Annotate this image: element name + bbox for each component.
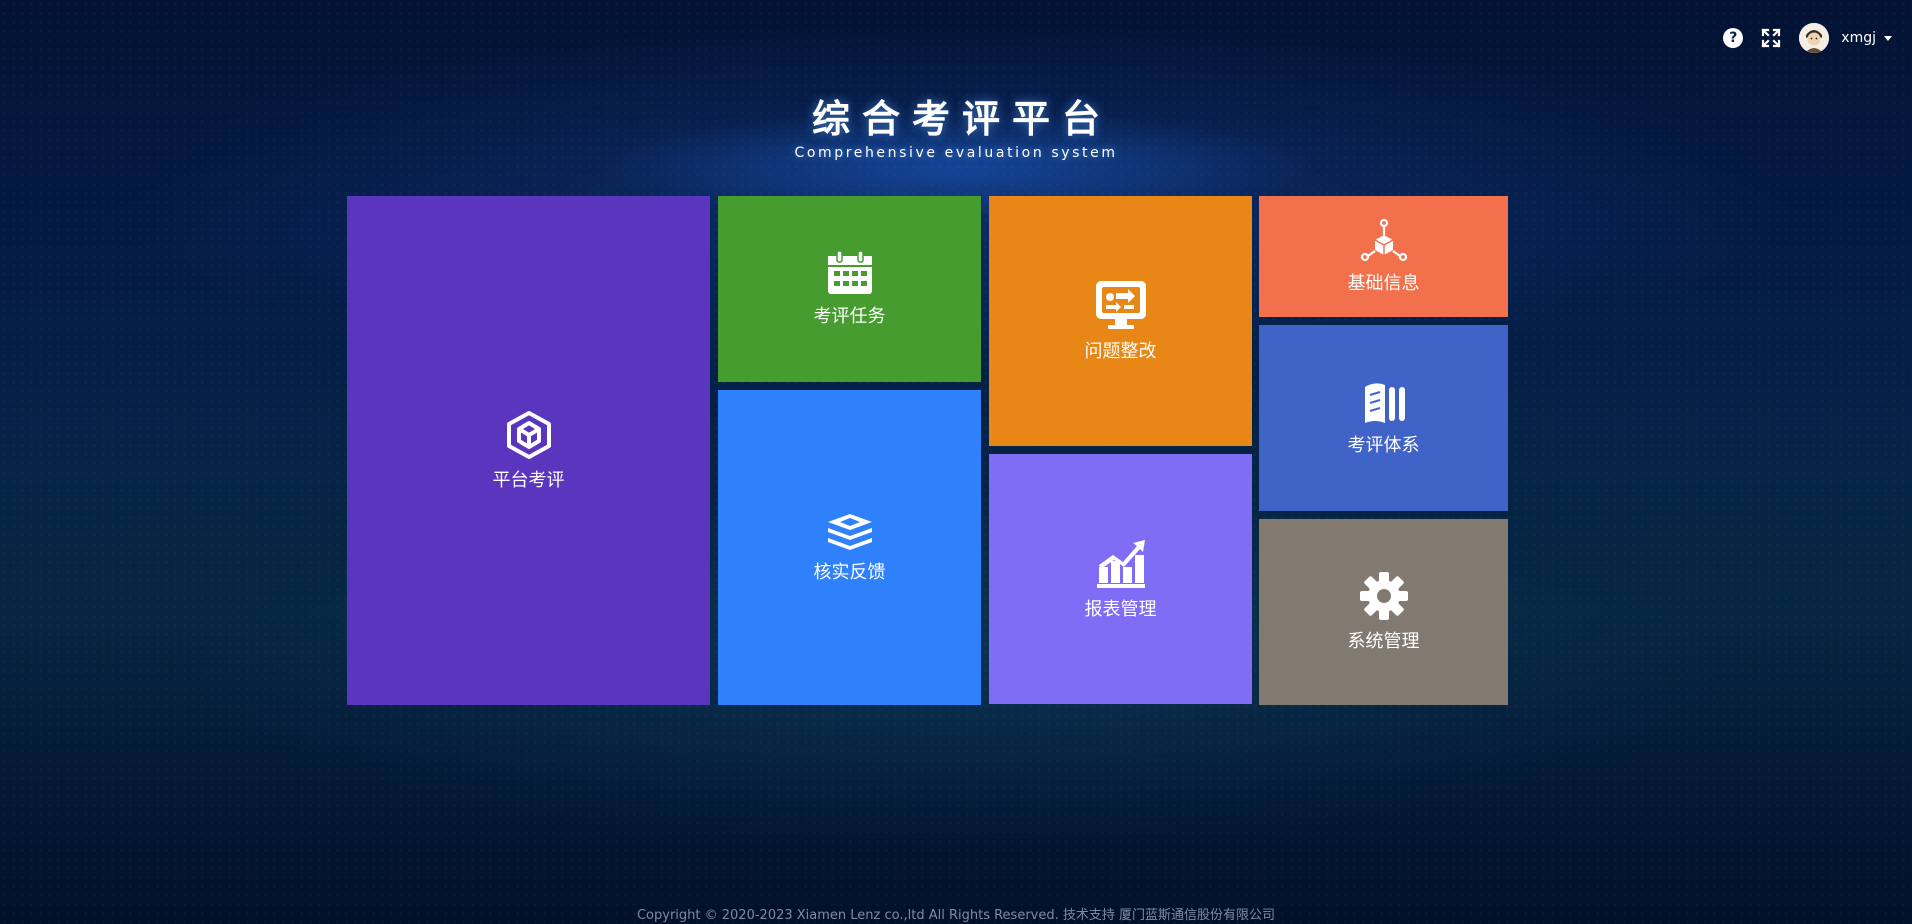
tile-verify-feedback[interactable]: 核实反馈 (718, 390, 981, 705)
avatar-image (1799, 23, 1830, 53)
fullscreen-icon[interactable] (1761, 28, 1781, 48)
top-toolbar: ? xmgj (1723, 23, 1892, 53)
tile-label: 考评体系 (1347, 435, 1420, 456)
tile-label: 系统管理 (1347, 631, 1420, 652)
page-subtitle: Comprehensive evaluation system (794, 145, 1118, 161)
tile-eval-task[interactable]: 考评任务 (718, 196, 981, 382)
username[interactable]: xmgj (1841, 30, 1876, 46)
tile-system-mgmt[interactable]: 系统管理 (1259, 519, 1508, 705)
tile-label: 平台考评 (492, 469, 565, 491)
stack-layers-icon (827, 513, 872, 550)
cube-icon (506, 410, 551, 459)
tile-label: 问题整改 (1084, 341, 1157, 362)
tile-platform-eval[interactable]: 平台考评 (347, 196, 710, 705)
monitor-arrows-icon (1095, 281, 1146, 329)
gear-icon (1359, 572, 1408, 620)
dropdown-caret-icon[interactable] (1884, 35, 1892, 41)
network-cube-icon (1360, 218, 1407, 261)
tile-issue-rectify[interactable]: 问题整改 (989, 196, 1252, 446)
page-title: 综合考评平台 (811, 97, 1112, 141)
tile-label: 核实反馈 (813, 561, 886, 583)
tile-report-mgmt[interactable]: 报表管理 (989, 454, 1252, 704)
chart-growth-icon (1096, 540, 1145, 588)
footer-copyright: Copyright © 2020-2023 Xiamen Lenz co.,lt… (636, 908, 1276, 923)
book-columns-icon (1364, 383, 1405, 423)
tile-label: 考评任务 (813, 306, 886, 327)
tile-eval-system[interactable]: 考评体系 (1259, 325, 1508, 511)
tile-label: 基础信息 (1347, 272, 1420, 294)
avatar[interactable] (1799, 23, 1830, 53)
tile-label: 报表管理 (1084, 599, 1157, 620)
calendar-icon (827, 250, 872, 294)
help-icon[interactable]: ? (1723, 28, 1744, 48)
tile-basic-info[interactable]: 基础信息 (1259, 196, 1508, 317)
